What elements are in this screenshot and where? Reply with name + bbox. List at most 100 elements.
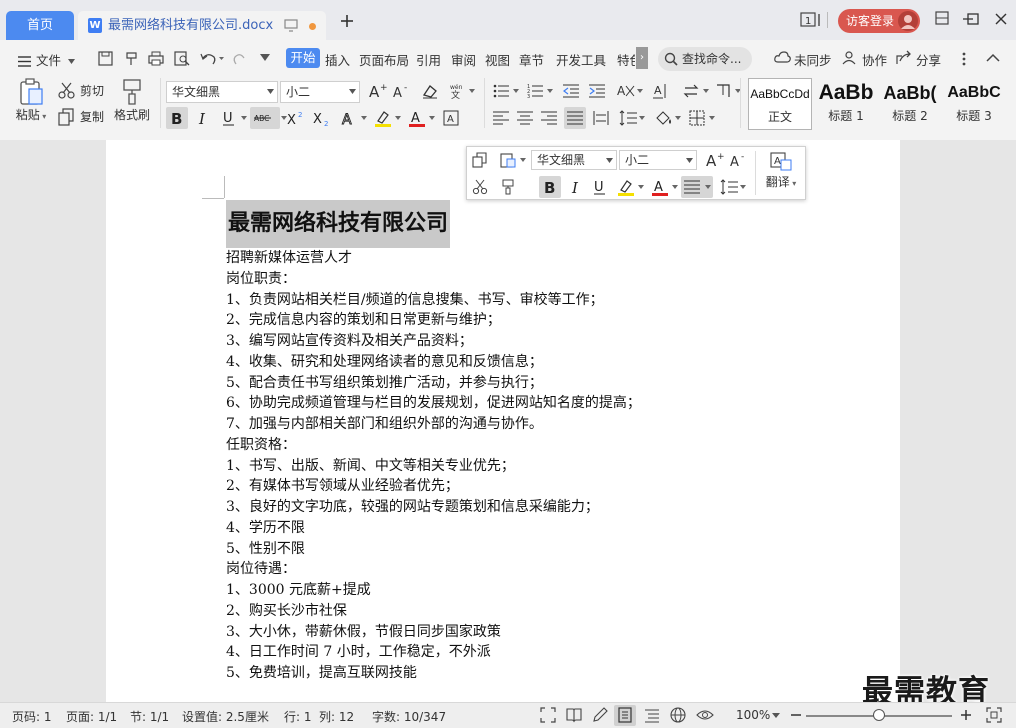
distributed-align-icon[interactable] xyxy=(590,107,612,129)
document-page[interactable]: 最需网络科技有限公司 招聘新媒体运营人才 岗位职责： 1、负责网站相关栏目/频道的信… xyxy=(106,140,900,702)
document-body[interactable]: 招聘新媒体运营人才 岗位职责： 1、负责网站相关栏目/频道的信息搜集、书写、审校等工… xyxy=(226,248,866,684)
tab-home[interactable]: 首页 xyxy=(6,11,74,40)
quick-access-more-icon[interactable] xyxy=(260,54,270,62)
align-left-icon[interactable] xyxy=(490,107,512,129)
pinyin-guide-icon[interactable]: wén 文 xyxy=(446,80,475,102)
document-line[interactable]: 4、日工作时间 7 小时，工作稳定，不外派 xyxy=(226,642,866,663)
tab-view[interactable]: 视图 xyxy=(485,50,510,69)
document-line[interactable]: 3、良好的文字功底，较强的网站专题策划和信息采编能力； xyxy=(226,497,866,518)
zoom-out-icon[interactable] xyxy=(790,709,802,721)
underline-icon[interactable]: U xyxy=(218,107,247,129)
tab-developer[interactable]: 开发工具 xyxy=(556,50,606,69)
collaborate-button[interactable]: 协作 xyxy=(842,50,887,69)
outline-view-icon[interactable] xyxy=(644,707,660,723)
format-brush-quick-icon[interactable] xyxy=(124,51,139,66)
undo-icon[interactable] xyxy=(200,51,224,66)
highlight-color-icon[interactable] xyxy=(372,107,401,129)
command-search-input[interactable]: 查找命令... xyxy=(658,47,752,71)
monitor-icon[interactable] xyxy=(284,19,298,32)
style-heading-1[interactable]: AaBb 标题 1 xyxy=(814,78,878,130)
print-icon[interactable] xyxy=(148,51,164,66)
sort-icon[interactable] xyxy=(680,80,709,102)
eye-protection-icon[interactable] xyxy=(696,707,714,723)
align-right-icon[interactable] xyxy=(538,107,560,129)
bold-icon[interactable]: B xyxy=(166,107,188,129)
pen-icon[interactable] xyxy=(592,707,608,723)
font-size-select[interactable]: 小二 xyxy=(280,81,360,103)
document-line[interactable]: 5、免费培训，提高互联网技能 xyxy=(226,663,866,684)
status-page-number[interactable]: 页码: 1 xyxy=(12,708,52,725)
shrink-font-icon[interactable]: A- xyxy=(390,80,412,102)
line-spacing-icon[interactable] xyxy=(616,107,645,129)
cut-button[interactable]: 剪切 xyxy=(58,82,104,100)
mini-font-family-select[interactable]: 华文细黑 xyxy=(531,150,617,170)
bold-icon[interactable]: B xyxy=(539,176,561,198)
zoom-level[interactable]: 100% xyxy=(736,708,770,722)
status-column[interactable]: 列: 12 xyxy=(319,708,354,725)
status-section[interactable]: 节: 1/1 xyxy=(130,708,169,725)
font-family-select[interactable]: 华文细黑 xyxy=(166,81,278,103)
more-tabs-chevron-icon[interactable]: › xyxy=(636,47,648,69)
copy-button[interactable]: 复制 xyxy=(58,108,104,126)
tab-document[interactable]: W 最需网络科技有限公司.docx xyxy=(78,11,326,40)
line-spacing-icon[interactable] xyxy=(717,176,746,198)
redo-icon[interactable] xyxy=(232,51,248,66)
tab-page-layout[interactable]: 页面布局 xyxy=(359,50,409,69)
translate-button[interactable]: A 翻译 ▾ xyxy=(761,151,801,190)
strikethrough-icon[interactable]: ABC xyxy=(250,107,287,129)
collapse-ribbon-icon[interactable] xyxy=(986,53,1000,62)
zoom-slider-thumb[interactable] xyxy=(873,709,885,721)
grow-font-icon[interactable]: A + xyxy=(366,80,388,102)
cut-icon[interactable] xyxy=(469,176,491,198)
highlight-color-icon[interactable] xyxy=(615,176,644,198)
style-normal[interactable]: AaBbCcDd 正文 xyxy=(748,78,812,130)
maximize-icon[interactable] xyxy=(967,13,979,25)
document-line[interactable]: 岗位职责： xyxy=(226,269,866,290)
fit-window-icon[interactable] xyxy=(986,707,1002,723)
document-line[interactable]: 4、收集、研究和处理网络读者的意见和反馈信息； xyxy=(226,352,866,373)
document-line[interactable]: 1、书写、出版、新闻、中文等相关专业优先； xyxy=(226,456,866,477)
window-count-icon[interactable]: 1 xyxy=(800,12,822,28)
chinese-layout-icon[interactable]: A xyxy=(614,80,643,102)
close-icon[interactable] xyxy=(995,13,1007,25)
document-heading[interactable]: 最需网络科技有限公司 xyxy=(226,200,451,248)
tab-home-ribbon[interactable]: 开始 xyxy=(286,48,320,68)
tab-features[interactable]: 特色 xyxy=(617,50,635,69)
increase-indent-icon[interactable] xyxy=(586,80,608,102)
italic-icon[interactable]: I xyxy=(565,176,587,198)
more-options-icon[interactable] xyxy=(962,52,966,66)
zoom-level-dropdown-icon[interactable] xyxy=(772,713,780,718)
document-line[interactable]: 岗位待遇： xyxy=(226,559,866,580)
font-color-icon[interactable]: A xyxy=(649,176,678,198)
reading-mode-icon[interactable] xyxy=(566,707,582,723)
zoom-in-icon[interactable] xyxy=(960,709,972,721)
fullscreen-icon[interactable] xyxy=(540,707,556,723)
format-painter-icon[interactable] xyxy=(497,176,519,198)
document-line[interactable]: 5、性别不限 xyxy=(226,539,866,560)
decrease-indent-icon[interactable] xyxy=(560,80,582,102)
document-line[interactable]: 2、完成信息内容的策划和日常更新与维护； xyxy=(226,310,866,331)
share-button[interactable]: 分享 xyxy=(896,50,941,69)
document-line[interactable]: 招聘新媒体运营人才 xyxy=(226,248,866,269)
document-line[interactable]: 6、协助完成频道管理与栏目的发展规划，促进网站知名度的提高； xyxy=(226,393,866,414)
tab-review[interactable]: 审阅 xyxy=(451,50,476,69)
document-line[interactable]: 4、学历不限 xyxy=(226,518,866,539)
document-line[interactable]: 2、有媒体书写领域从业经验者优先； xyxy=(226,476,866,497)
align-center-icon[interactable] xyxy=(514,107,536,129)
status-word-count[interactable]: 字数: 10/347 xyxy=(372,708,446,725)
paste-button[interactable]: 粘贴 ▾ xyxy=(14,78,48,123)
style-heading-3[interactable]: AaBbC 标题 3 xyxy=(942,78,1006,130)
document-line[interactable]: 5、配合责任书写组织策划推广活动，并参与执行； xyxy=(226,373,866,394)
mini-font-size-select[interactable]: 小二 xyxy=(619,150,697,170)
web-view-icon[interactable] xyxy=(670,707,686,723)
file-menu[interactable]: 文件 xyxy=(18,50,75,69)
visitor-login-button[interactable]: 访客登录 xyxy=(838,9,920,33)
shrink-font-icon[interactable]: A- xyxy=(727,149,749,171)
style-heading-2[interactable]: AaBb( 标题 2 xyxy=(878,78,942,130)
text-direction-icon[interactable]: A xyxy=(650,80,672,102)
text-effect-icon[interactable]: A xyxy=(338,107,367,129)
font-color-icon[interactable]: A xyxy=(406,107,435,129)
italic-icon[interactable]: I xyxy=(192,107,214,129)
new-tab-plus-icon[interactable] xyxy=(340,14,354,28)
borders-icon[interactable] xyxy=(686,107,715,129)
